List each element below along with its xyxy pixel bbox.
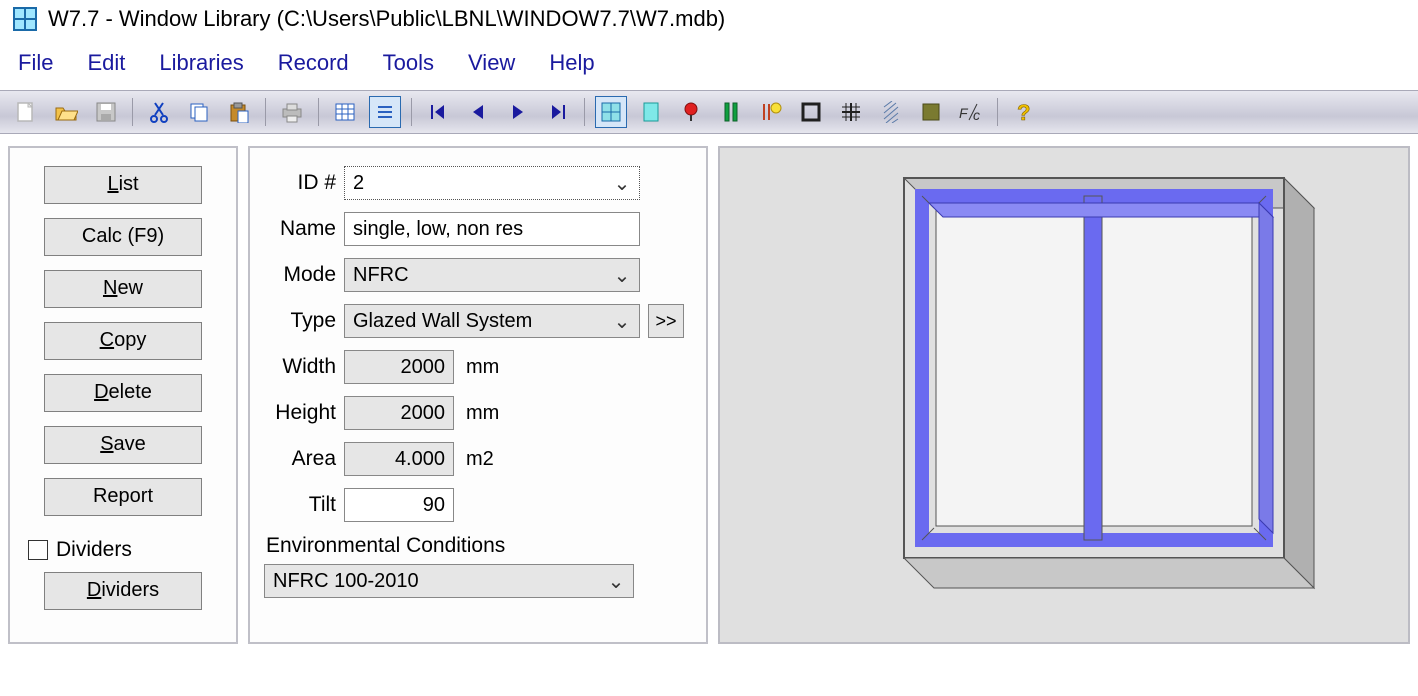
glass-library-icon[interactable] — [715, 96, 747, 128]
menu-file[interactable]: File — [18, 50, 53, 76]
action-panel: List Calc (F9) New Copy Delete Save Repo… — [8, 146, 238, 644]
height-unit: mm — [466, 402, 499, 425]
dividers-checkbox-row[interactable]: Dividers — [28, 538, 222, 562]
open-folder-icon[interactable] — [50, 96, 82, 128]
tilt-input[interactable]: 90 — [344, 488, 454, 522]
window-drawing — [784, 148, 1344, 604]
area-unit: m2 — [466, 448, 494, 471]
env-conditions-label: Environmental Conditions — [266, 534, 692, 558]
save-icon[interactable] — [90, 96, 122, 128]
hatch-icon[interactable] — [875, 96, 907, 128]
svg-text:?: ? — [1017, 100, 1030, 124]
paste-icon[interactable] — [223, 96, 255, 128]
menubar: File Edit Libraries Record Tools View He… — [0, 38, 1418, 90]
properties-panel: ID # 2 ⌄ Name single, low, non res Mode … — [248, 146, 708, 644]
toolbar-separator — [584, 98, 585, 126]
window-titlebar: W7.7 - Window Library (C:\Users\Public\L… — [0, 0, 1418, 38]
new-file-icon[interactable] — [10, 96, 42, 128]
mode-label: Mode — [264, 263, 336, 287]
help-icon[interactable]: ? — [1008, 96, 1040, 128]
report-button[interactable]: Report — [44, 478, 202, 516]
width-unit: mm — [466, 356, 499, 379]
type-combo[interactable]: Glazed Wall System ⌄ — [344, 304, 640, 338]
menu-tools[interactable]: Tools — [383, 50, 434, 76]
toolbar-separator — [132, 98, 133, 126]
window-preview — [718, 146, 1410, 644]
glazing-system-icon[interactable] — [635, 96, 667, 128]
cut-icon[interactable] — [143, 96, 175, 128]
environmental-conditions-icon[interactable] — [915, 96, 947, 128]
delete-button[interactable]: Delete — [44, 374, 202, 412]
menu-libraries[interactable]: Libraries — [159, 50, 243, 76]
prev-record-icon[interactable] — [462, 96, 494, 128]
id-label: ID # — [264, 171, 336, 195]
area-input[interactable]: 4.000 — [344, 442, 454, 476]
chevron-down-icon: ⌄ — [607, 569, 625, 594]
env-conditions-combo[interactable]: NFRC 100-2010 ⌄ — [264, 564, 634, 598]
grid-view-icon[interactable] — [329, 96, 361, 128]
dividers-button[interactable]: Dividers — [44, 572, 202, 610]
type-more-button[interactable]: >> — [648, 304, 684, 338]
svg-text:c: c — [973, 107, 980, 122]
menu-view[interactable]: View — [468, 50, 515, 76]
toolbar-separator — [411, 98, 412, 126]
first-record-icon[interactable] — [422, 96, 454, 128]
toolbar-separator — [265, 98, 266, 126]
dividers-checkbox-label: Dividers — [56, 538, 132, 562]
shading-layer-icon[interactable] — [755, 96, 787, 128]
toolbar-separator — [997, 98, 998, 126]
name-input[interactable]: single, low, non res — [344, 212, 640, 246]
divider-library-icon[interactable] — [835, 96, 867, 128]
id-combo[interactable]: 2 ⌄ — [344, 166, 640, 200]
content-area: List Calc (F9) New Copy Delete Save Repo… — [0, 134, 1418, 656]
mode-combo[interactable]: NFRC ⌄ — [344, 258, 640, 292]
list-button[interactable]: List — [44, 166, 202, 204]
name-label: Name — [264, 217, 336, 241]
area-label: Area — [264, 447, 336, 471]
tilt-label: Tilt — [264, 493, 336, 517]
width-input[interactable]: 2000 — [344, 350, 454, 384]
menu-edit[interactable]: Edit — [87, 50, 125, 76]
chevron-down-icon: ⌄ — [613, 309, 631, 334]
chevron-down-icon: ⌄ — [613, 263, 631, 288]
width-label: Width — [264, 355, 336, 379]
calc-button[interactable]: Calc (F9) — [44, 218, 202, 256]
svg-text:F: F — [959, 105, 969, 121]
temperature-icon[interactable]: Fc — [955, 96, 987, 128]
toolbar-separator — [318, 98, 319, 126]
last-record-icon[interactable] — [542, 96, 574, 128]
chevron-down-icon: ⌄ — [613, 171, 631, 196]
save-button[interactable]: Save — [44, 426, 202, 464]
window-library-icon[interactable] — [595, 96, 627, 128]
frame-library-icon[interactable] — [795, 96, 827, 128]
height-label: Height — [264, 401, 336, 425]
app-icon — [12, 6, 38, 32]
new-button[interactable]: New — [44, 270, 202, 308]
print-icon[interactable] — [276, 96, 308, 128]
copy-icon[interactable] — [183, 96, 215, 128]
gas-library-icon[interactable] — [675, 96, 707, 128]
next-record-icon[interactable] — [502, 96, 534, 128]
detail-view-icon[interactable] — [369, 96, 401, 128]
type-label: Type — [264, 309, 336, 333]
dividers-checkbox[interactable] — [28, 540, 48, 560]
height-input[interactable]: 2000 — [344, 396, 454, 430]
copy-button[interactable]: Copy — [44, 322, 202, 360]
menu-record[interactable]: Record — [278, 50, 349, 76]
menu-help[interactable]: Help — [549, 50, 594, 76]
toolbar: Fc ? — [0, 90, 1418, 134]
window-title: W7.7 - Window Library (C:\Users\Public\L… — [48, 6, 725, 32]
